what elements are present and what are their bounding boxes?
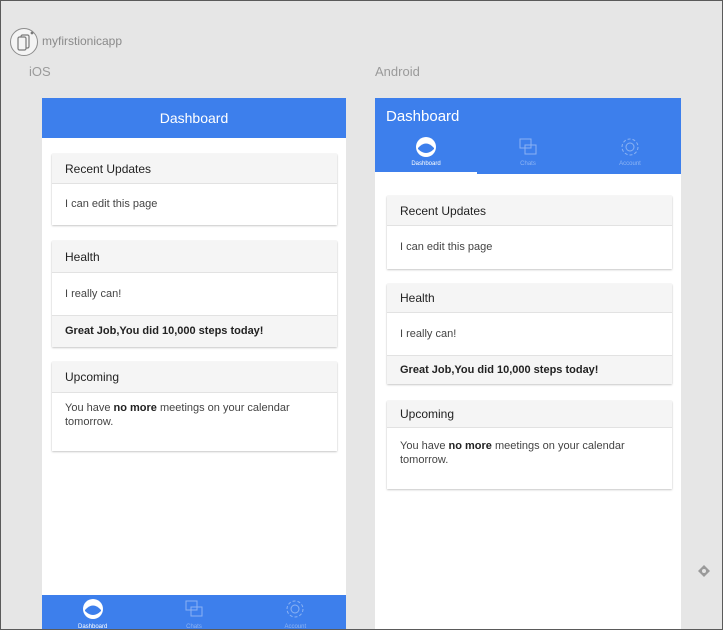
upcoming-text-bold: no more — [113, 402, 157, 414]
account-gear-icon — [286, 600, 304, 618]
upcoming-text-bold: no more — [448, 440, 492, 452]
tab-label: Chats — [186, 624, 202, 630]
upcoming-text-start: You have — [65, 402, 114, 414]
dashboard-icon — [416, 137, 436, 157]
card-header: Upcoming — [52, 362, 337, 393]
card-header: Recent Updates — [387, 196, 672, 226]
recent-updates-card: Recent Updates I can edit this page — [387, 196, 672, 269]
recent-updates-card: Recent Updates I can edit this page — [52, 154, 337, 225]
tab-dashboard[interactable]: Dashboard — [42, 595, 143, 630]
android-tab-bar: Dashboard Chats Account — [375, 132, 681, 174]
android-platform-label: Android — [375, 64, 420, 79]
app-name: myfirstionicapp — [42, 34, 123, 48]
tab-dashboard[interactable]: Dashboard — [375, 132, 477, 174]
active-tab-indicator — [375, 172, 477, 174]
card-item: I can edit this page — [65, 198, 158, 210]
dashboard-icon — [82, 599, 103, 619]
upcoming-text-start: You have — [400, 440, 449, 452]
account-gear-icon — [621, 138, 639, 156]
ios-platform-label: iOS — [29, 64, 51, 79]
tab-account[interactable]: Account — [245, 595, 346, 630]
health-card: Health I really can! Great Job,You did 1… — [52, 241, 337, 347]
card-item: I really can! — [400, 328, 457, 340]
steps-highlight: Great Job,You did 10,000 steps today! — [387, 355, 672, 384]
card-item: You have no more meetings on your calend… — [52, 393, 337, 451]
chats-icon — [185, 600, 203, 617]
steps-highlight: Great Job,You did 10,000 steps today! — [52, 315, 337, 347]
ios-tab-bar: Dashboard Chats Account — [42, 595, 346, 630]
android-preview: Dashboard Dashboard Chats Account Recent… — [375, 98, 681, 629]
card-item: I can edit this page — [400, 241, 493, 253]
health-card: Health I really can! Great Job,You did 1… — [387, 284, 672, 384]
upcoming-card: Upcoming You have no more meetings on yo… — [387, 401, 672, 489]
card-item: I really can! — [65, 288, 122, 300]
ios-preview: Dashboard Recent Updates I can edit this… — [42, 98, 346, 630]
tab-chats[interactable]: Chats — [143, 595, 244, 630]
lab-toolbar: myfirstionicapp iOS Android — [1, 1, 722, 83]
android-header-bar: Dashboard Dashboard Chats Account — [375, 98, 681, 174]
upcoming-card: Upcoming You have no more meetings on yo… — [52, 362, 337, 451]
card-header: Recent Updates — [52, 154, 337, 184]
tab-label: Account — [284, 624, 307, 630]
chats-icon — [519, 138, 537, 155]
tab-chats[interactable]: Chats — [477, 132, 579, 174]
tab-label: Account — [619, 161, 641, 167]
tab-account[interactable]: Account — [579, 132, 681, 174]
tab-label: Chats — [520, 161, 536, 167]
ios-header-bar: Dashboard — [42, 98, 346, 138]
settings-diamond-icon[interactable] — [697, 564, 711, 578]
android-header-title: Dashboard — [386, 108, 460, 125]
card-header: Upcoming — [387, 401, 672, 428]
card-item: You have no more meetings on your calend… — [387, 428, 672, 489]
ios-header-title: Dashboard — [159, 110, 229, 126]
tab-label: Dashboard — [77, 624, 108, 630]
ionic-logo-icon — [10, 28, 38, 56]
card-header: Health — [387, 284, 672, 313]
card-header: Health — [52, 241, 337, 273]
tab-label: Dashboard — [411, 161, 441, 167]
ionic-lab-frame: myfirstionicapp iOS Android Dashboard Re… — [0, 0, 723, 630]
